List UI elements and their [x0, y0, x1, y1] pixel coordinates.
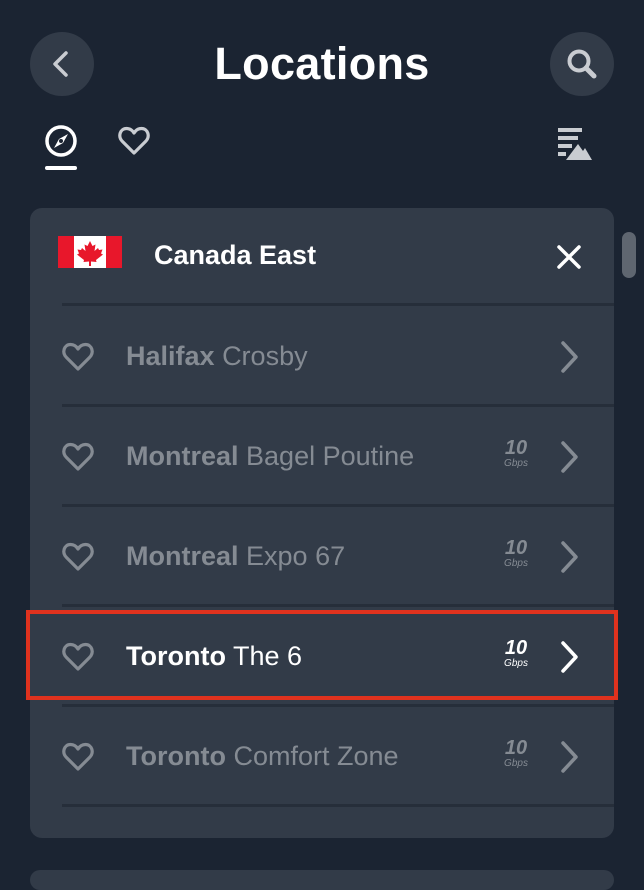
heart-outline-icon[interactable]: [60, 541, 96, 573]
speed-badge: 10 Gbps: [496, 538, 536, 570]
location-city: Montreal: [126, 541, 239, 571]
next-region-card[interactable]: [30, 870, 614, 890]
speed-unit: Gbps: [504, 758, 528, 769]
speed-unit: Gbps: [504, 458, 528, 469]
tab-favorites[interactable]: [116, 124, 152, 164]
location-row-halifax-crosby[interactable]: Halifax Crosby: [30, 306, 614, 406]
location-city: Halifax: [126, 341, 215, 371]
heart-outline-icon[interactable]: [60, 741, 96, 773]
location-server: Crosby: [222, 341, 308, 371]
heart-outline-icon[interactable]: [60, 341, 96, 373]
location-server: Expo 67: [246, 541, 346, 571]
speed-badge: 10 Gbps: [496, 438, 536, 470]
search-button[interactable]: [550, 32, 614, 96]
location-city: Montreal: [126, 441, 239, 471]
page-title: Locations: [214, 38, 430, 89]
canada-flag-icon: [58, 236, 122, 268]
search-icon: [567, 49, 597, 79]
scrollbar-thumb[interactable]: [622, 232, 636, 278]
divider: [62, 804, 614, 807]
speed-value: 10: [504, 537, 528, 559]
location-row-toronto-comfort-zone[interactable]: Toronto Comfort Zone 10 Gbps: [30, 706, 614, 806]
selected-row-highlight: [26, 610, 618, 700]
active-tab-indicator: [45, 166, 77, 170]
speed-value: 10: [504, 737, 528, 759]
speed-value: 10: [504, 437, 528, 459]
location-server: Bagel Poutine: [246, 441, 415, 471]
region-name: Canada East: [154, 240, 317, 270]
location-server: Comfort Zone: [233, 741, 399, 771]
sort-filter-icon: [558, 128, 592, 160]
locations-panel: Canada East Halifax Crosby Montreal Bage…: [30, 208, 614, 838]
chevron-right-icon[interactable]: [554, 540, 584, 574]
speed-badge: 10 Gbps: [496, 738, 536, 770]
region-header: Canada East: [30, 208, 614, 304]
location-row-montreal-bagel-poutine[interactable]: Montreal Bagel Poutine 10 Gbps: [30, 406, 614, 506]
location-city: Toronto: [126, 741, 226, 771]
chevron-right-icon[interactable]: [554, 340, 584, 374]
location-name: Montreal Expo 67: [126, 538, 345, 574]
tab-explore[interactable]: [44, 124, 78, 172]
chevron-right-icon[interactable]: [554, 740, 584, 774]
compass-icon: [45, 125, 77, 157]
speed-unit: Gbps: [504, 558, 528, 569]
location-name: Toronto Comfort Zone: [126, 738, 399, 774]
heart-icon: [118, 126, 150, 155]
location-name: Halifax Crosby: [126, 338, 308, 374]
location-row-montreal-expo-67[interactable]: Montreal Expo 67 10 Gbps: [30, 506, 614, 606]
chevron-right-icon[interactable]: [554, 440, 584, 474]
heart-outline-icon[interactable]: [60, 441, 96, 473]
sort-filter-button[interactable]: [552, 124, 594, 164]
close-icon[interactable]: [554, 242, 584, 272]
location-name: Montreal Bagel Poutine: [126, 438, 414, 474]
